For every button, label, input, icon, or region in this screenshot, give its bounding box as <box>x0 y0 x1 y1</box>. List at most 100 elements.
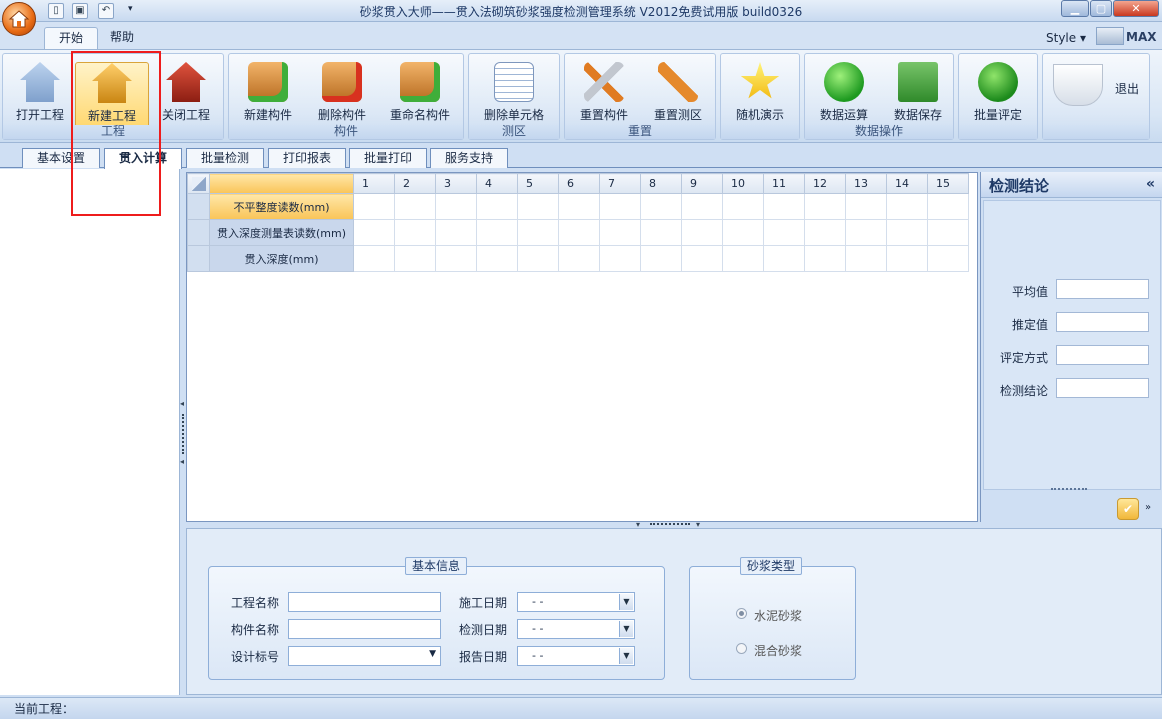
save-data-button[interactable]: 数据保存 <box>881 62 955 132</box>
column-header[interactable]: 9 <box>681 173 723 194</box>
grid-cell[interactable] <box>476 219 518 246</box>
column-header[interactable]: 13 <box>845 173 887 194</box>
grid-cell[interactable] <box>722 219 764 246</box>
grid-cell[interactable] <box>804 245 846 272</box>
grid-cell[interactable] <box>845 245 887 272</box>
tab-help[interactable]: 帮助 <box>96 27 148 49</box>
column-header[interactable]: 6 <box>558 173 600 194</box>
grid-cell[interactable] <box>804 219 846 246</box>
grid-cell[interactable] <box>681 245 723 272</box>
estimate-field[interactable] <box>1056 312 1149 332</box>
column-header[interactable]: 11 <box>763 173 805 194</box>
column-header[interactable]: 15 <box>927 173 969 194</box>
chevron-down-icon[interactable]: ▼ <box>619 648 633 664</box>
grid-cell[interactable] <box>927 245 969 272</box>
maximize-button[interactable]: ▢ <box>1090 0 1112 17</box>
column-header[interactable]: 7 <box>599 173 641 194</box>
delete-component-button[interactable]: 删除构件 <box>305 62 379 132</box>
column-header[interactable]: 3 <box>435 173 477 194</box>
grid-cell[interactable] <box>558 193 600 220</box>
reset-zone-button[interactable]: 重置测区 <box>641 62 715 132</box>
delete-cell-button[interactable]: 删除单元格 <box>477 62 551 132</box>
grid-cell[interactable] <box>845 193 887 220</box>
qat-dropdown-icon[interactable]: ▾ <box>128 4 133 14</box>
results-more-icon[interactable]: » <box>1145 502 1151 513</box>
close-button[interactable]: ✕ <box>1113 0 1159 17</box>
row-selector[interactable] <box>187 193 210 220</box>
column-header[interactable]: 5 <box>517 173 559 194</box>
grid-cell[interactable] <box>804 193 846 220</box>
grid-cell[interactable] <box>927 219 969 246</box>
tab-home[interactable]: 开始 <box>44 27 99 49</box>
row-selector[interactable] <box>187 245 210 272</box>
confirm-check-icon[interactable]: ✔ <box>1117 498 1139 520</box>
grid-cell[interactable] <box>722 193 764 220</box>
column-header[interactable]: 12 <box>804 173 846 194</box>
grid-cell[interactable] <box>435 219 477 246</box>
undo-icon[interactable]: ↶ <box>98 3 114 19</box>
grid-cell[interactable] <box>763 219 805 246</box>
cement-mortar-radio[interactable] <box>736 608 747 619</box>
collapse-icon[interactable]: « <box>1146 176 1155 192</box>
grid-cell[interactable] <box>353 193 395 220</box>
rename-component-button[interactable]: 重命名构件 <box>383 62 457 132</box>
grid-cell[interactable] <box>517 219 559 246</box>
reset-component-button[interactable]: 重置构件 <box>567 62 641 132</box>
design-grade-select[interactable]: ▼ <box>288 646 441 666</box>
column-header[interactable]: 4 <box>476 173 518 194</box>
grid-cell[interactable] <box>927 193 969 220</box>
inspection-date-picker[interactable]: - - ▼ <box>517 619 635 639</box>
project-tree-panel[interactable] <box>0 169 180 695</box>
grid-cell[interactable] <box>517 245 559 272</box>
save-icon[interactable]: ▣ <box>72 3 88 19</box>
grid-cell[interactable] <box>599 245 641 272</box>
grid-cell[interactable] <box>517 193 559 220</box>
grid-cell[interactable] <box>476 245 518 272</box>
measurement-grid[interactable]: 1 2 3 4 5 6 7 8 9 10 11 12 13 14 15 不平整度… <box>186 172 978 522</box>
average-field[interactable] <box>1056 279 1149 299</box>
style-menu[interactable]: Style ▾ <box>1046 31 1086 45</box>
select-all-corner[interactable] <box>187 173 210 194</box>
batch-evaluate-button[interactable]: 批量评定 <box>961 62 1035 132</box>
tab-batch-print[interactable]: 批量打印 <box>349 148 428 168</box>
construction-date-picker[interactable]: - - ▼ <box>517 592 635 612</box>
tab-print-report[interactable]: 打印报表 <box>268 148 347 168</box>
style-swatch[interactable] <box>1096 27 1124 45</box>
exit-button[interactable]: 退出 <box>1115 80 1139 97</box>
results-grip[interactable] <box>1051 488 1087 490</box>
grid-cell[interactable] <box>886 219 928 246</box>
chevron-down-icon[interactable]: ▼ <box>619 621 633 637</box>
column-header[interactable]: 8 <box>640 173 682 194</box>
chevron-down-icon[interactable]: ▼ <box>619 594 633 610</box>
mixed-mortar-radio[interactable] <box>736 643 747 654</box>
grid-cell[interactable] <box>681 193 723 220</box>
grid-cell[interactable] <box>681 219 723 246</box>
grid-cell[interactable] <box>558 219 600 246</box>
project-name-input[interactable] <box>288 592 441 612</box>
row-selector[interactable] <box>187 219 210 246</box>
tab-service-support[interactable]: 服务支持 <box>430 148 509 168</box>
column-header[interactable]: 1 <box>353 173 395 194</box>
grid-cell[interactable] <box>476 193 518 220</box>
column-header[interactable]: 2 <box>394 173 436 194</box>
grid-cell[interactable] <box>435 245 477 272</box>
grid-cell[interactable] <box>640 245 682 272</box>
grid-cell[interactable] <box>886 193 928 220</box>
grid-cell[interactable] <box>394 193 436 220</box>
report-date-picker[interactable]: - - ▼ <box>517 646 635 666</box>
grid-cell[interactable] <box>640 219 682 246</box>
tab-batch-inspect[interactable]: 批量检测 <box>186 148 265 168</box>
grid-cell[interactable] <box>558 245 600 272</box>
new-file-icon[interactable]: ▯ <box>48 3 64 19</box>
open-project-button[interactable]: 打开工程 <box>3 62 77 132</box>
grid-cell[interactable] <box>845 219 887 246</box>
grid-cell[interactable] <box>394 245 436 272</box>
application-menu-button[interactable] <box>2 2 36 36</box>
grid-cell[interactable] <box>353 219 395 246</box>
grid-cell[interactable] <box>886 245 928 272</box>
new-component-button[interactable]: 新建构件 <box>231 62 305 132</box>
grid-cell[interactable] <box>599 193 641 220</box>
column-header[interactable]: 14 <box>886 173 928 194</box>
grid-cell[interactable] <box>722 245 764 272</box>
evaluation-method-field[interactable] <box>1056 345 1149 365</box>
